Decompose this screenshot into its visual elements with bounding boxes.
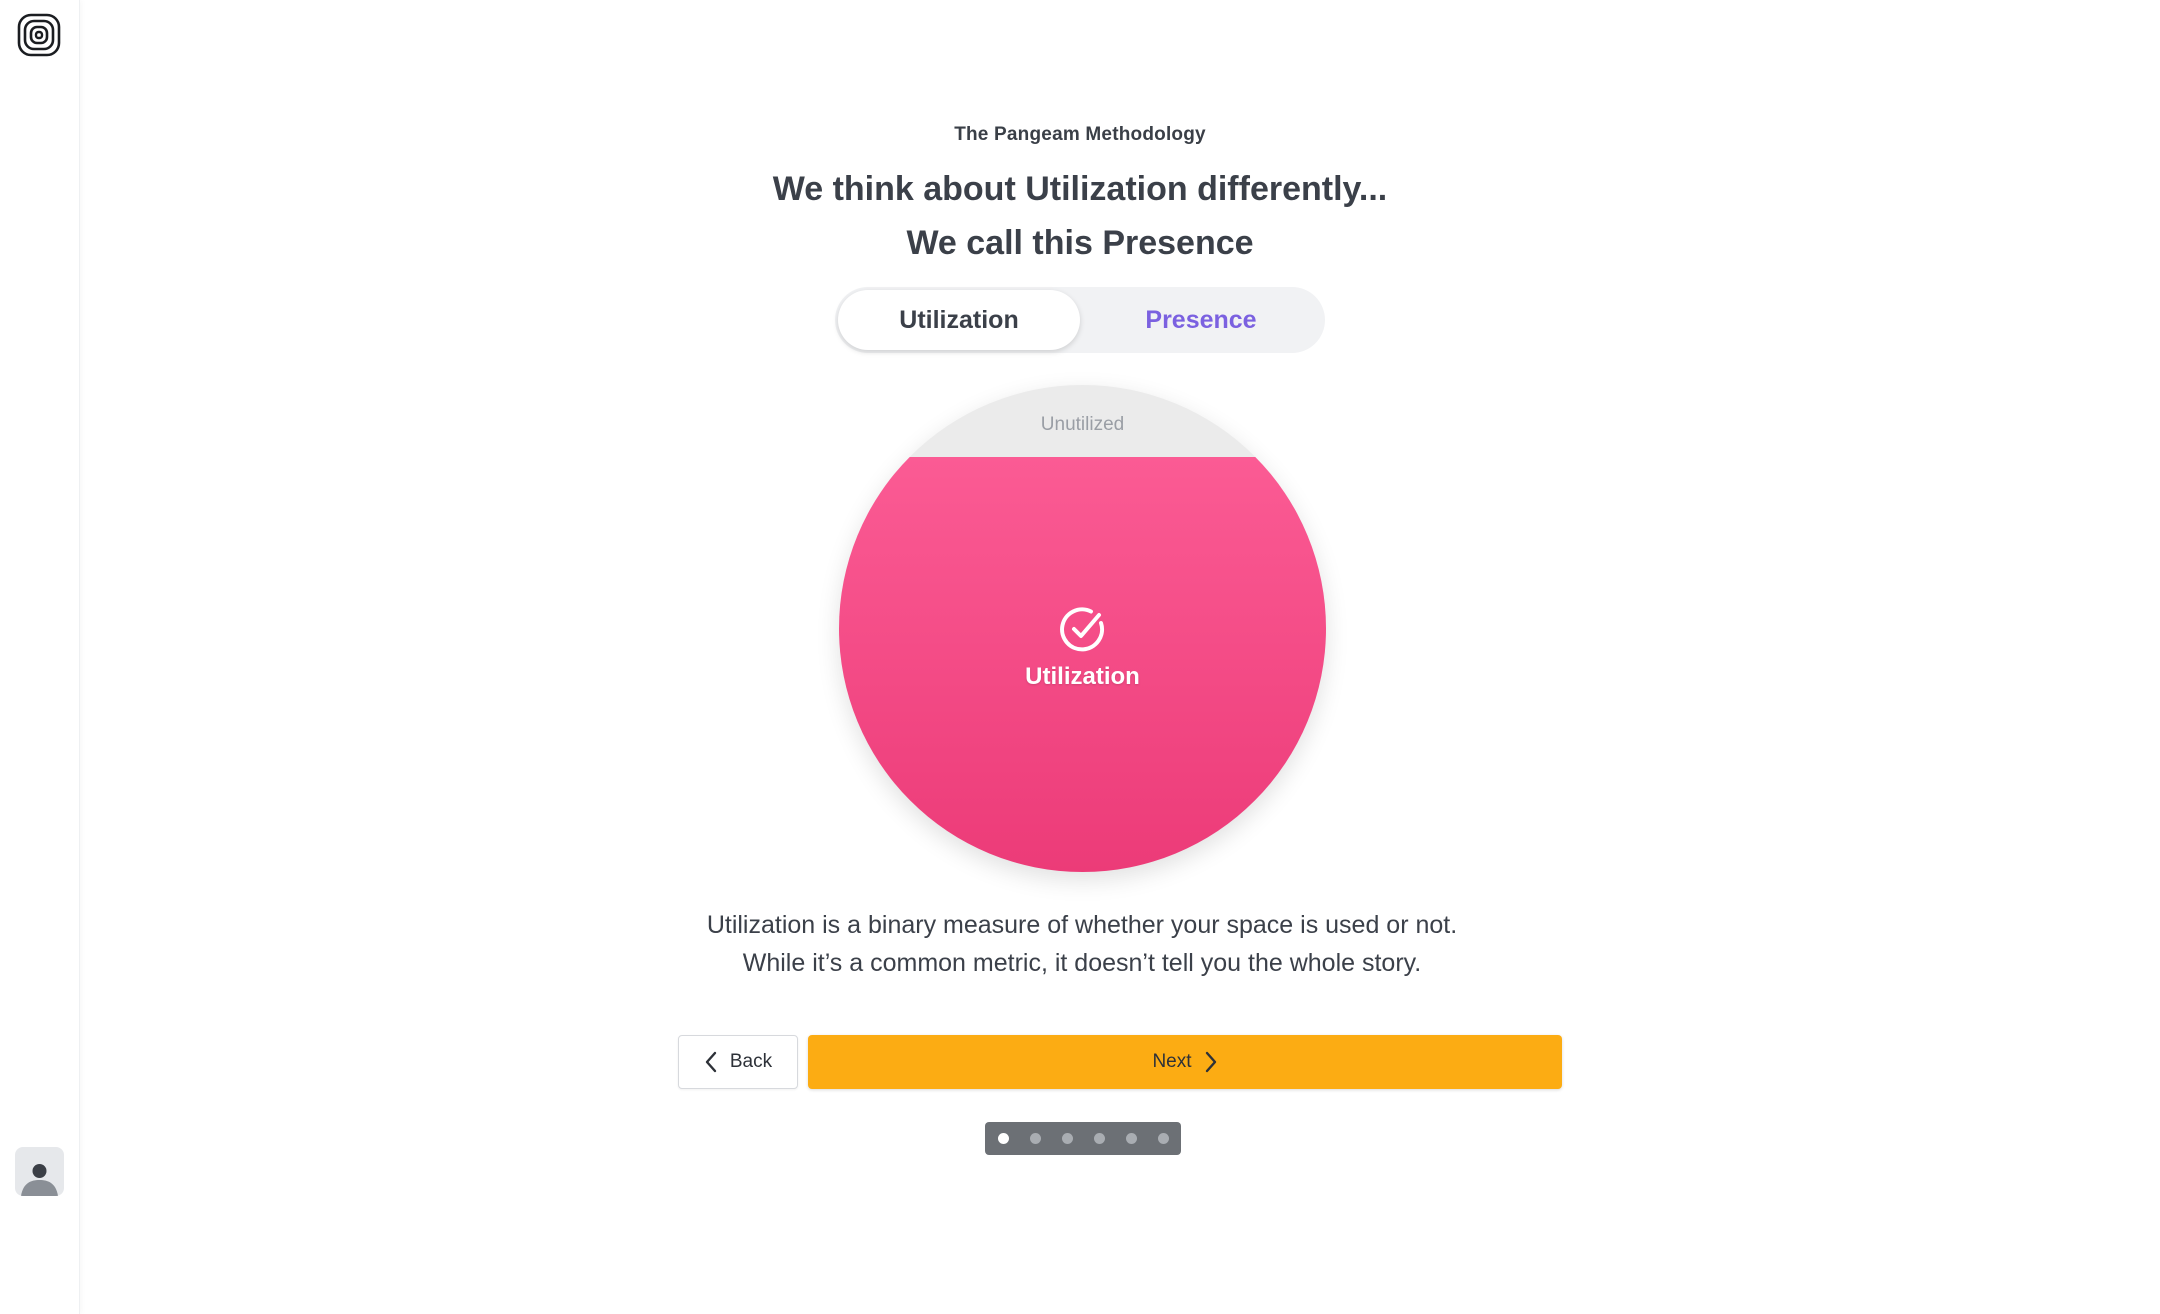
pagination-dot-5[interactable] bbox=[1125, 1133, 1137, 1144]
user-avatar-icon[interactable] bbox=[15, 1147, 64, 1196]
main-content: The Pangeam Methodology We think about U… bbox=[80, 0, 2160, 1314]
description: Utilization is a binary measure of wheth… bbox=[80, 906, 2084, 982]
app-logo-icon[interactable] bbox=[17, 13, 61, 57]
sidebar bbox=[0, 0, 80, 1314]
pagination-dot-6[interactable] bbox=[1157, 1133, 1169, 1144]
pagination-dot-2[interactable] bbox=[1029, 1133, 1041, 1144]
section-eyebrow: The Pangeam Methodology bbox=[954, 124, 1206, 145]
page-title: We think about Utilization differently..… bbox=[80, 162, 2080, 270]
description-line-2: While it’s a common metric, it doesn’t t… bbox=[742, 949, 1422, 977]
toggle-presence[interactable]: Presence bbox=[1080, 290, 1322, 350]
utilization-circle: Unutilized Utilization bbox=[839, 385, 1326, 872]
chevron-right-icon bbox=[1205, 1051, 1216, 1073]
back-button-label: Back bbox=[729, 1051, 773, 1072]
circle-center: Utilization bbox=[839, 603, 1326, 691]
pagination-dot-3[interactable] bbox=[1061, 1133, 1073, 1144]
pagination-dot-1[interactable] bbox=[997, 1133, 1009, 1144]
chevron-left-icon bbox=[705, 1051, 717, 1073]
title-line-1: We think about Utilization differently..… bbox=[772, 170, 1388, 208]
metric-toggle: Utilization Presence bbox=[835, 287, 1325, 353]
next-button[interactable]: Next bbox=[808, 1035, 1562, 1089]
utilization-label: Utilization bbox=[1025, 663, 1140, 690]
toggle-utilization[interactable]: Utilization bbox=[838, 290, 1080, 350]
title-line-2: We call this Presence bbox=[906, 224, 1254, 262]
pagination-dot-4[interactable] bbox=[1093, 1133, 1105, 1144]
pagination-dots bbox=[985, 1122, 1181, 1155]
check-circle-icon bbox=[1059, 607, 1104, 652]
description-line-1: Utilization is a binary measure of wheth… bbox=[706, 911, 1458, 939]
unutilized-label: Unutilized bbox=[1040, 414, 1125, 435]
back-button[interactable]: Back bbox=[678, 1035, 798, 1089]
next-button-label: Next bbox=[1152, 1051, 1192, 1072]
